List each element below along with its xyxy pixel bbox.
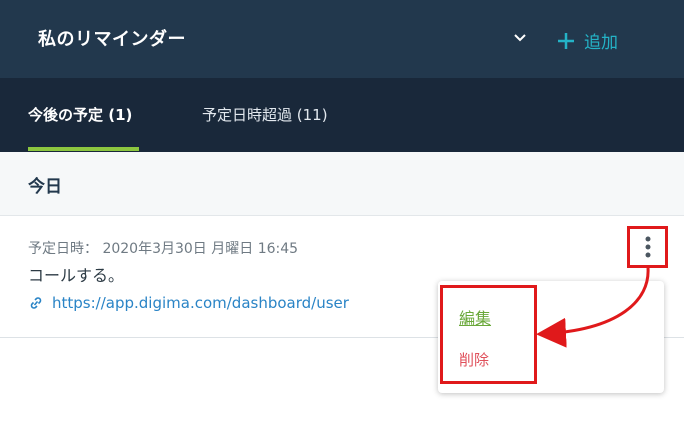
section-label: 今日 xyxy=(28,177,62,197)
chevron-down-icon[interactable] xyxy=(512,29,528,45)
tab-upcoming[interactable]: 今後の予定 (1) xyxy=(28,104,132,126)
panel-title: 私のリマインダー xyxy=(38,29,186,50)
reminder-link-text: https://app.digima.com/dashboard/user xyxy=(52,294,349,312)
add-reminder-button[interactable]: 追加 xyxy=(556,28,618,53)
more-options-button[interactable] xyxy=(627,226,668,268)
add-label: 追加 xyxy=(584,33,618,53)
plus-icon xyxy=(558,32,574,49)
reminder-header: 私のリマインダー 追加 xyxy=(0,0,684,78)
reminder-due-date: 予定日時： 2020年3月30日 月曜日 16:45 xyxy=(28,241,299,257)
reminder-panel: 私のリマインダー 追加 今後の予定 (1) 予定日時超過 (11) 今日 予定日… xyxy=(0,0,688,433)
section-header-today: 今日 xyxy=(0,152,684,216)
active-tab-indicator xyxy=(28,147,139,151)
reminder-link[interactable]: https://app.digima.com/dashboard/user xyxy=(28,294,349,312)
tab-overdue[interactable]: 予定日時超過 (11) xyxy=(202,104,328,126)
highlight-frame-menu xyxy=(440,285,537,384)
link-icon xyxy=(30,297,42,309)
reminder-tabs: 今後の予定 (1) 予定日時超過 (11) xyxy=(0,78,684,152)
kebab-menu-icon xyxy=(645,236,650,258)
reminder-text: コールする。 xyxy=(28,266,125,285)
